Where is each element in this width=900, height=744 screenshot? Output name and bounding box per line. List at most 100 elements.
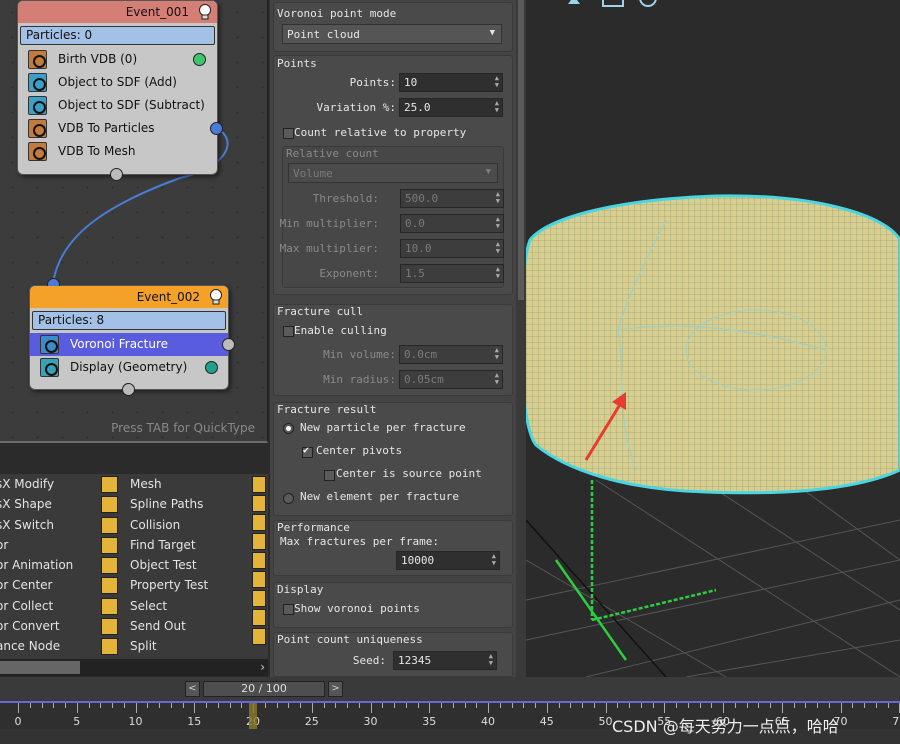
- spinner-arrows-icon[interactable]: ▲ ▼: [495, 100, 499, 114]
- center-pivots-checkbox[interactable]: [302, 445, 313, 458]
- max-multiplier-spinner[interactable]: 10.0 ▲ ▼: [400, 239, 504, 258]
- spinner-arrows-icon[interactable]: ▲ ▼: [492, 553, 496, 567]
- operator-icon[interactable]: [252, 609, 266, 626]
- depot-item-object-test[interactable]: Object Test: [101, 555, 208, 575]
- new-element-radio[interactable]: [283, 493, 294, 504]
- timeline: < 20 / 100 > 051015202530354045505560657…: [0, 677, 900, 744]
- min-radius-spinner[interactable]: 0.05cm ▲ ▼: [399, 370, 503, 389]
- output-socket[interactable]: [205, 361, 218, 374]
- fractured-mesh[interactable]: [526, 194, 900, 495]
- depot-item-spline-paths[interactable]: Spline Paths: [101, 494, 208, 514]
- ruler-tick: [311, 703, 313, 713]
- count-relative-checkbox[interactable]: [283, 128, 294, 139]
- current-frame-marker[interactable]: [249, 703, 257, 729]
- operator-icon[interactable]: [252, 514, 266, 531]
- event-002-node[interactable]: Event_002 Particles: 8 Voronoi Fracture …: [29, 278, 235, 396]
- seed-spinner[interactable]: 12345 ▲ ▼: [393, 651, 497, 670]
- collision-icon: [101, 516, 118, 534]
- event-output-socket[interactable]: [110, 168, 123, 181]
- operator-vdb-to-mesh[interactable]: VDB To Mesh: [18, 140, 217, 163]
- ruler-label: 5: [73, 715, 81, 728]
- depot-item[interactable]: or Collect: [0, 596, 73, 616]
- depot-item[interactable]: or: [0, 535, 73, 555]
- operator-display-geometry[interactable]: Display (Geometry): [30, 356, 228, 379]
- operator-birth-vdb[interactable]: Birth VDB (0): [18, 48, 217, 71]
- event-001-header[interactable]: Event_001: [18, 1, 217, 23]
- prev-frame-button[interactable]: <: [185, 681, 200, 697]
- spinner-arrows-icon[interactable]: ▲ ▼: [495, 75, 499, 89]
- operator-object-to-sdf-add[interactable]: Object to SDF (Add): [18, 71, 217, 94]
- enable-culling-checkbox[interactable]: [283, 326, 294, 337]
- 3d-viewport[interactable]: [526, 0, 900, 677]
- variation-spinner[interactable]: 25.0 ▲ ▼: [399, 98, 503, 117]
- spinner-arrows-icon[interactable]: ▲ ▼: [496, 241, 500, 255]
- spinner-arrows-icon[interactable]: ▲ ▼: [496, 216, 500, 230]
- operator-icon[interactable]: [252, 476, 266, 493]
- depot-item-find-target[interactable]: Find Target: [101, 535, 208, 555]
- depot-item-property-test[interactable]: Property Test: [101, 575, 208, 595]
- operator-icon[interactable]: [252, 590, 266, 607]
- operator-icon[interactable]: [252, 552, 266, 569]
- lightbulb-icon[interactable]: [197, 3, 213, 20]
- event-001-node[interactable]: Event_001 Particles: 0 Birth VDB (0) Obj…: [17, 0, 223, 181]
- spinner-arrows-icon[interactable]: ▲ ▼: [496, 191, 500, 205]
- depot-item-mesh[interactable]: Mesh: [101, 474, 208, 494]
- relative-property-dropdown[interactable]: Volume ▼: [288, 163, 498, 183]
- parameters-scrollbar[interactable]: [516, 0, 526, 677]
- frame-indicator[interactable]: 20 / 100: [203, 681, 325, 697]
- voronoi-mode-dropdown[interactable]: Point cloud ▼: [282, 24, 502, 44]
- operator-icon[interactable]: [252, 533, 266, 550]
- max-fractures-spinner[interactable]: 10000 ▲ ▼: [396, 551, 500, 570]
- operator-icon[interactable]: [252, 495, 266, 512]
- depot-item[interactable]: or Center: [0, 575, 73, 595]
- output-socket[interactable]: [210, 122, 223, 135]
- depot-item[interactable]: or Convert: [0, 616, 73, 636]
- min-multiplier-spinner[interactable]: 0.0 ▲ ▼: [400, 214, 504, 233]
- lightbulb-icon[interactable]: [208, 288, 224, 305]
- spinner-arrows-icon[interactable]: ▲ ▼: [489, 653, 493, 667]
- time-slider[interactable]: < 20 / 100 >: [185, 681, 343, 698]
- depot-item-split[interactable]: Split: [101, 636, 208, 656]
- next-frame-button[interactable]: >: [328, 681, 343, 697]
- output-socket[interactable]: [193, 53, 206, 66]
- light-icon[interactable]: [568, 0, 580, 4]
- operator-object-to-sdf-subtract[interactable]: Object to SDF (Subtract): [18, 94, 217, 117]
- operator-icon[interactable]: [252, 628, 266, 645]
- ruler-tick: [617, 703, 619, 708]
- scrollbar-thumb[interactable]: [518, 0, 524, 300]
- exponent-spinner[interactable]: 1.5 ▲ ▼: [400, 264, 504, 283]
- threshold-spinner[interactable]: 500.0 ▲ ▼: [400, 189, 504, 208]
- particle-flow-graph[interactable]: Event_001 Particles: 0 Birth VDB (0) Obj…: [0, 0, 268, 443]
- scroll-right-arrow-icon[interactable]: ›: [260, 660, 265, 674]
- center-source-checkbox[interactable]: [324, 470, 335, 481]
- event-output-socket[interactable]: [122, 383, 135, 396]
- depot-item[interactable]: sX Modify: [0, 474, 73, 494]
- depot-item-collision[interactable]: Collision: [101, 515, 208, 535]
- spinner-value: 0.0cm: [404, 348, 438, 361]
- depot-item[interactable]: sX Switch: [0, 515, 73, 535]
- operator-icon[interactable]: [252, 571, 266, 588]
- info-icon[interactable]: [639, 0, 657, 7]
- spinner-arrows-icon[interactable]: ▲ ▼: [495, 347, 499, 361]
- depot-horizontal-scrollbar[interactable]: ›: [0, 659, 268, 676]
- min-volume-spinner[interactable]: 0.0cm ▲ ▼: [399, 345, 503, 364]
- new-particle-radio[interactable]: [283, 423, 294, 434]
- operator-voronoi-fracture[interactable]: Voronoi Fracture: [30, 333, 235, 356]
- spinner-arrows-icon[interactable]: ▲ ▼: [495, 372, 499, 386]
- depot-item[interactable]: ance Node: [0, 636, 73, 656]
- output-socket[interactable]: [222, 338, 235, 351]
- scrollbar-thumb[interactable]: [0, 661, 80, 674]
- chevron-down-icon: ▼: [489, 28, 495, 38]
- show-voronoi-points-checkbox[interactable]: [283, 604, 294, 615]
- depot-item[interactable]: or Animation: [0, 555, 73, 575]
- depot-item[interactable]: sX Shape: [0, 494, 73, 514]
- operator-vdb-to-particles[interactable]: VDB To Particles: [18, 117, 223, 140]
- depot-item-select[interactable]: Select: [101, 596, 208, 616]
- spinner-value: 0.05cm: [404, 373, 444, 386]
- camera-icon[interactable]: [602, 0, 624, 7]
- depot-item-send-out[interactable]: Send Out: [101, 616, 208, 636]
- points-spinner[interactable]: 10 ▲ ▼: [399, 73, 503, 92]
- event-002-header[interactable]: Event_002: [30, 286, 228, 308]
- ruler-tick: [135, 703, 137, 713]
- spinner-arrows-icon[interactable]: ▲ ▼: [496, 266, 500, 280]
